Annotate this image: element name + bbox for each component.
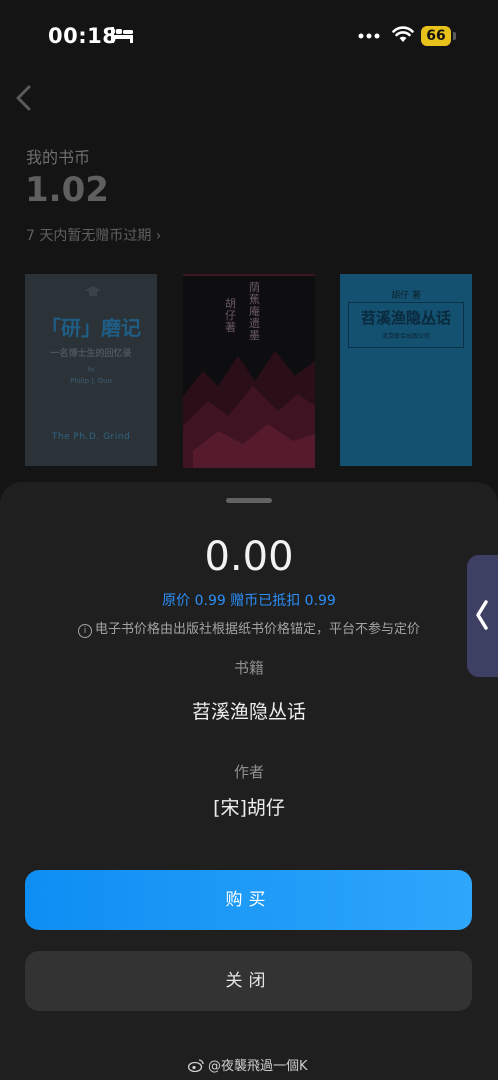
book-label: 书籍: [233, 659, 264, 677]
info-icon: i: [77, 624, 92, 638]
cover-series: The Ph.D. Grind: [51, 432, 131, 442]
cover-author: Philip J. Guo: [70, 377, 112, 385]
pricing-notice: i 电子书价格由出版社根据纸书价格锚定，平台不参与定价: [0, 618, 498, 638]
cover-title: 「研」磨记: [41, 316, 141, 340]
buy-button[interactable]: 购买: [25, 870, 472, 930]
battery-indicator: 66: [421, 26, 451, 46]
cover-subtitle: 一名博士生的回忆录: [50, 349, 132, 359]
cover-title: 苕溪渔隐丛话: [360, 309, 451, 327]
watermark: @夜襲飛過一個K: [188, 1055, 308, 1074]
book-cover-phd-grind[interactable]: 「研」磨记 一名博士生的回忆录 by Philip J. Guo The Ph.…: [25, 274, 157, 466]
watermark-text: @夜襲飛過一個K: [208, 1059, 308, 1074]
status-bar: 00:18 66: [0, 0, 498, 70]
author-label: 作者: [233, 763, 264, 781]
status-time: 00:18: [48, 24, 118, 48]
close-button[interactable]: 关闭: [25, 951, 472, 1011]
weibo-icon: [188, 1059, 204, 1072]
purchase-sheet: 0.00 原价 0.99 赠币已抵扣 0.99 i 电子书价格由出版社根据纸书价格…: [0, 482, 498, 1080]
coins-expire-link[interactable]: 7 天内暂无赠币过期 ›: [26, 225, 161, 245]
cover-publisher: 北京联合出版公司: [381, 333, 430, 340]
sheet-drag-handle[interactable]: [226, 498, 272, 503]
back-icon[interactable]: [12, 84, 36, 112]
author-name: [宋]胡仔: [213, 797, 285, 819]
side-panel-tab[interactable]: [467, 555, 498, 677]
wifi-icon: [392, 26, 414, 42]
book-cover-dark[interactable]: 荫蕉庵遗墨 胡仔 著: [183, 274, 315, 468]
cover-title-box: 苕溪渔隐丛话 北京联合出版公司: [348, 302, 464, 348]
coins-value: 1.02: [25, 170, 109, 210]
cover-by: by: [87, 366, 95, 373]
graduation-cap-icon: [85, 286, 101, 296]
chevron-left-icon: [476, 600, 488, 630]
price-amount: 0.00: [204, 534, 294, 580]
pricing-notice-text: 电子书价格由出版社根据纸书价格锚定，平台不参与定价: [94, 622, 420, 637]
book-title: 苕溪渔隐丛话: [191, 701, 306, 723]
more-dots-icon: [358, 33, 380, 39]
book-cover-tiaoxi[interactable]: 胡仔 著 苕溪渔隐丛话 北京联合出版公司: [340, 274, 472, 466]
cover-author: 胡仔 著: [391, 291, 421, 301]
cover-vertical-author: 胡仔 著: [225, 297, 236, 334]
original-price-text: 原价 0.99 赠币已抵扣 0.99: [162, 593, 336, 609]
battery-cap: [453, 32, 456, 40]
bed-icon: [111, 27, 133, 43]
coins-title: 我的书币: [26, 148, 91, 167]
cover-vertical-title: 荫蕉庵遗墨: [249, 281, 260, 342]
